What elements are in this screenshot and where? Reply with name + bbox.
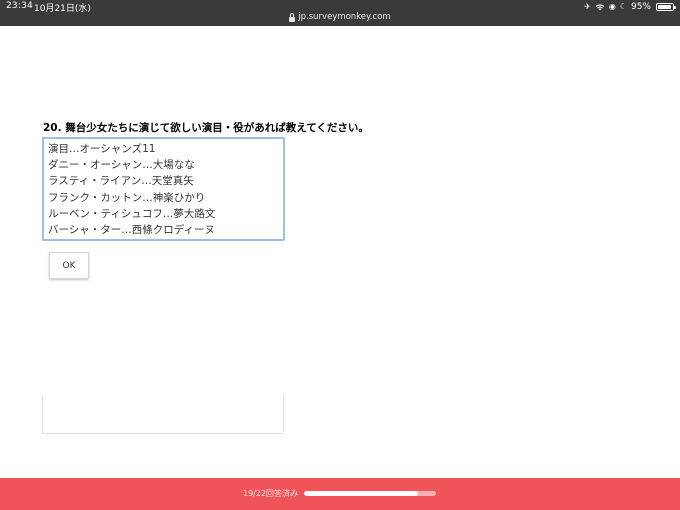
status-time: 23:34 [6, 1, 33, 11]
answer-line: 演目…オーシャンズ11 [48, 143, 156, 155]
ok-button[interactable]: OK [49, 252, 89, 279]
answer-line: ルーベン・ティシュコフ…夢大路文 [48, 207, 216, 220]
progress-fill [304, 491, 418, 496]
question-title: 20. 舞台少女たちに演じて欲しい演目・役があれば教えてください。 [43, 122, 369, 134]
answer-line: ダニー・オーシャン…大場なな [48, 159, 195, 172]
status-bar: 23:34 10月21日(水) jp.surveymonkey.com ✈ ◉ … [0, 0, 680, 26]
progress-label: 19/22回答済み [243, 489, 299, 498]
battery-percent: 95% [630, 2, 651, 12]
location-icon: ◉ [608, 2, 616, 11]
survey-page: 23:34 10月21日(水) jp.surveymonkey.com ✈ ◉ … [0, 0, 680, 510]
moon-icon: ☾ [619, 2, 627, 11]
url-text: jp.surveymonkey.com [298, 12, 391, 22]
answer-textarea[interactable]: 演目…オーシャンズ11 ダニー・オーシャン…大場なな ラスティ・ライアン…天堂真… [42, 137, 285, 241]
address-bar[interactable]: jp.surveymonkey.com [0, 12, 680, 22]
answer-line: バーシャ・ター…西條クロディーヌ [48, 224, 216, 237]
answer-line: フランク・カットン…神楽ひかり [48, 191, 206, 204]
wifi-icon [595, 4, 605, 11]
next-question-card [42, 396, 284, 434]
progress-bar [304, 491, 436, 496]
answer-line: ラスティ・ライアン…天堂真矢 [48, 175, 194, 188]
lock-icon [289, 12, 296, 22]
battery-icon [656, 3, 676, 11]
progress-footer: 19/22回答済み [0, 478, 680, 510]
airplane-icon: ✈ [584, 2, 591, 11]
status-indicators: ✈ ◉ ☾ 95% [584, 1, 676, 13]
